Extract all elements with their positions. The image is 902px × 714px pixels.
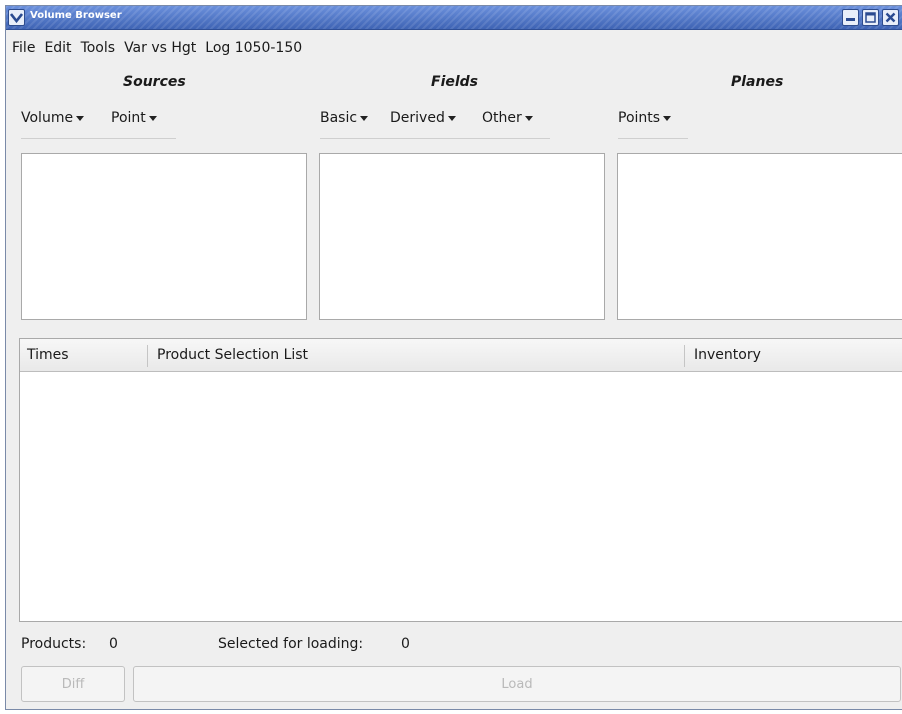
column-divider — [684, 345, 685, 367]
diff-button[interactable]: Diff — [21, 666, 125, 702]
volume-browser-window: Volume Browser File Edit Tools Var vs Hg… — [5, 5, 902, 710]
caret-down-icon — [360, 115, 369, 121]
title-bar[interactable]: Volume Browser — [6, 6, 902, 30]
basic-dropdown-label: Basic — [320, 110, 358, 126]
planes-toolbar-divider — [618, 138, 688, 139]
selected-for-loading-count: 0 — [401, 636, 410, 652]
minimize-icon[interactable] — [842, 9, 859, 26]
chevron-down-icon[interactable] — [8, 9, 25, 26]
table-header: Times Product Selection List Inventory — [20, 339, 902, 372]
points-dropdown-label: Points — [618, 110, 661, 126]
volume-dropdown-label: Volume — [21, 110, 74, 126]
close-icon[interactable] — [882, 9, 899, 26]
menu-log-1050-150[interactable]: Log 1050-150 — [205, 40, 302, 56]
column-header-inventory[interactable]: Inventory — [687, 339, 761, 372]
menu-edit[interactable]: Edit — [44, 40, 71, 56]
other-dropdown[interactable]: Other — [482, 110, 533, 126]
sources-list[interactable] — [21, 153, 307, 320]
caret-down-icon — [663, 115, 672, 121]
derived-dropdown[interactable]: Derived — [390, 110, 456, 126]
sources-header: Sources — [123, 74, 186, 90]
caret-down-icon — [148, 115, 157, 121]
menu-var-vs-hgt[interactable]: Var vs Hgt — [124, 40, 196, 56]
caret-down-icon — [76, 115, 85, 121]
column-divider — [147, 345, 148, 367]
caret-down-icon — [447, 115, 456, 121]
other-dropdown-label: Other — [482, 110, 522, 126]
planes-list[interactable] — [617, 153, 902, 320]
window-title: Volume Browser — [30, 10, 122, 21]
sources-toolbar-divider — [21, 138, 176, 139]
basic-dropdown[interactable]: Basic — [320, 110, 369, 126]
derived-dropdown-label: Derived — [390, 110, 445, 126]
menu-file[interactable]: File — [12, 40, 35, 56]
selected-for-loading-label: Selected for loading: — [218, 636, 364, 652]
product-table[interactable]: Times Product Selection List Inventory — [19, 338, 902, 622]
maximize-icon[interactable] — [862, 9, 879, 26]
column-header-product-selection-list[interactable]: Product Selection List — [150, 339, 308, 372]
points-dropdown[interactable]: Points — [618, 110, 672, 126]
menu-tools[interactable]: Tools — [81, 40, 116, 56]
volume-dropdown[interactable]: Volume — [21, 110, 85, 126]
menu-bar: File Edit Tools Var vs Hgt Log 1050-150 — [6, 31, 902, 65]
point-dropdown[interactable]: Point — [111, 110, 157, 126]
column-header-times[interactable]: Times — [20, 339, 69, 372]
point-dropdown-label: Point — [111, 110, 146, 126]
load-button[interactable]: Load — [133, 666, 901, 702]
fields-header: Fields — [431, 74, 479, 90]
caret-down-icon — [524, 115, 533, 121]
products-label: Products: — [21, 636, 87, 652]
fields-list[interactable] — [319, 153, 605, 320]
products-count: 0 — [109, 636, 118, 652]
planes-header: Planes — [731, 74, 784, 90]
fields-toolbar-divider — [320, 138, 550, 139]
